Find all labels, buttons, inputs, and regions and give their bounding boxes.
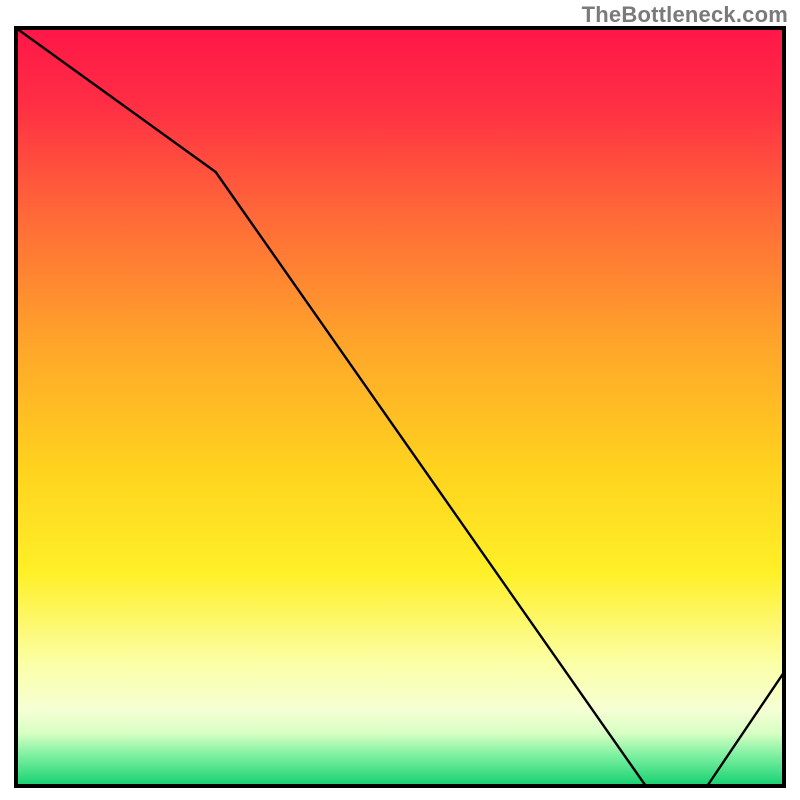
bottleneck-chart: [0, 0, 800, 800]
chart-container: TheBottleneck.com: [0, 0, 800, 800]
plot-background: [16, 28, 784, 786]
